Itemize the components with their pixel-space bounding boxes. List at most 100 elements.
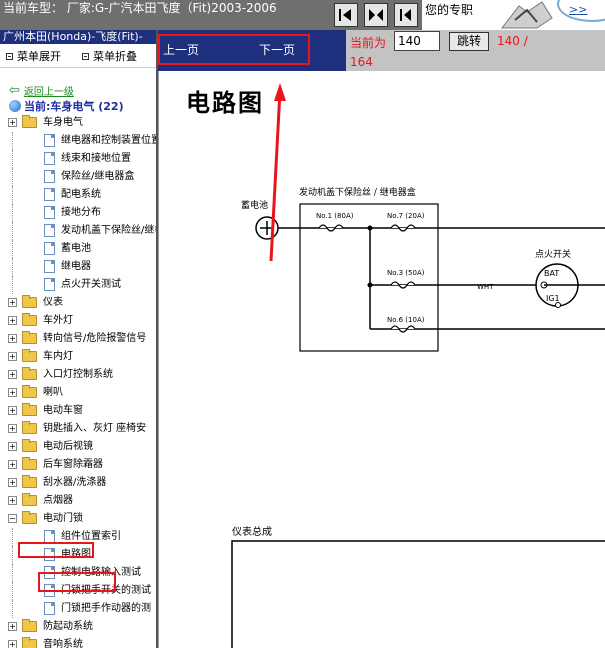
tree-item[interactable]: 点火开关测试 [0, 276, 156, 294]
collapse-toggle-icon[interactable]: − [8, 514, 17, 523]
folder-icon [22, 511, 37, 524]
tree-item[interactable]: 继电器 [0, 258, 156, 276]
tree-folder-label: 喇叭 [43, 387, 63, 398]
nav-first-button[interactable] [334, 3, 358, 27]
tree-item-label: 点火开关测试 [61, 279, 121, 290]
expand-toggle-icon[interactable]: + [8, 640, 17, 648]
document-icon [44, 134, 55, 147]
back-icon [400, 9, 411, 21]
document-icon [44, 224, 55, 237]
tree-connector [12, 240, 13, 258]
tree-folder-label: 车身电气 [43, 117, 83, 128]
tree-folder[interactable]: + 喇叭 [0, 384, 156, 402]
expand-toggle-icon[interactable]: + [8, 424, 17, 433]
tree-item-label: 接地分布 [61, 207, 101, 218]
expand-toggle-icon[interactable]: + [8, 496, 17, 505]
tree-folder-label: 刮水器/洗涤器 [43, 477, 107, 488]
tree-folder[interactable]: + 钥匙插入、灰灯 座椅安 [0, 420, 156, 438]
folder-icon [22, 331, 37, 344]
document-icon [44, 206, 55, 219]
expand-toggle-icon[interactable]: + [8, 478, 17, 487]
nav-double-button[interactable] [364, 3, 388, 27]
tree-item[interactable]: 蓄电池 [0, 240, 156, 258]
tree-connector [12, 546, 13, 564]
fuse-3-symbol [390, 281, 416, 289]
tree-connector [12, 186, 13, 204]
tree-item-label: 配电系统 [61, 189, 101, 200]
expand-toggle-icon[interactable]: + [8, 622, 17, 631]
tree-folder[interactable]: + 仪表 [0, 294, 156, 312]
document-icon [44, 602, 55, 615]
tree-folder[interactable]: + 点烟器 [0, 492, 156, 510]
fuse-1-symbol [318, 224, 344, 232]
tree-folder[interactable]: + 防起动系统 [0, 618, 156, 636]
tree-folder-label: 车外灯 [43, 315, 73, 326]
folder-icon [22, 115, 37, 128]
highlight-box-pager [158, 34, 310, 65]
tree-folder[interactable]: + 音响系统 [0, 636, 156, 648]
tree-item[interactable]: 门锁把手作动器的测 [0, 600, 156, 618]
folder-icon [22, 313, 37, 326]
bat-terminal-label: BAT [544, 269, 560, 278]
folder-icon [22, 475, 37, 488]
tree-folder[interactable]: + 车身电气 [0, 114, 156, 132]
ad-more-link[interactable]: >> [569, 3, 587, 16]
fuse-6-symbol [390, 325, 416, 333]
tree-folder[interactable]: + 入口灯控制系统 [0, 366, 156, 384]
expand-toggle-icon[interactable]: + [8, 388, 17, 397]
highlight-box-doc [38, 572, 116, 592]
menu-expand-label: 菜单展开 [17, 50, 61, 63]
expand-toggle-icon[interactable]: + [8, 334, 17, 343]
tree-item[interactable]: 配电系统 [0, 186, 156, 204]
expand-toggle-icon[interactable]: + [8, 370, 17, 379]
tree-item[interactable]: 接地分布 [0, 204, 156, 222]
tree-item[interactable]: 线束和接地位置 [0, 150, 156, 168]
tree-folder-label: 入口灯控制系统 [43, 369, 113, 380]
expand-toggle-icon[interactable]: + [8, 352, 17, 361]
tree-item-label: 保险丝/继电器盒 [61, 171, 135, 182]
tree-folder[interactable]: + 刮水器/洗涤器 [0, 474, 156, 492]
expand-toggle-icon[interactable]: + [8, 316, 17, 325]
menu-collapse-label: 菜单折叠 [93, 50, 137, 63]
folder-icon [22, 493, 37, 506]
expand-toggle-icon[interactable]: + [8, 118, 17, 127]
jump-button[interactable]: 跳转 [449, 32, 489, 51]
tree-folder[interactable]: − 电动门锁 [0, 510, 156, 528]
expand-toggle-icon[interactable]: + [8, 442, 17, 451]
page-count-total: 164 [350, 55, 373, 69]
expand-toggle-icon[interactable]: + [8, 460, 17, 469]
tree-folder[interactable]: + 后车窗除霜器 [0, 456, 156, 474]
folder-icon [22, 349, 37, 362]
tree-folder-label: 车内灯 [43, 351, 73, 362]
document-icon [44, 260, 55, 273]
expand-toggle-icon[interactable]: + [8, 406, 17, 415]
tree-item[interactable]: 继电器和控制装置位置 [0, 132, 156, 150]
menu-collapse-button[interactable]: 菜单折叠 [82, 48, 137, 64]
tree-folder[interactable]: + 电动后视镜 [0, 438, 156, 456]
folder-icon [22, 403, 37, 416]
instrument-panel-label: 仪表总成 [232, 527, 272, 538]
instrument-panel-outline [231, 540, 605, 648]
ad-banner[interactable]: 您的专职 >> [422, 0, 605, 30]
page-number-input[interactable] [394, 31, 440, 51]
fuse-box-label: 发动机盖下保险丝 / 继电器盒 [299, 188, 416, 198]
tree-folder[interactable]: + 车内灯 [0, 348, 156, 366]
tree-item-label: 蓄电池 [61, 243, 91, 254]
expand-toggle-icon[interactable]: + [8, 298, 17, 307]
menu-expand-button[interactable]: 菜单展开 [6, 48, 61, 64]
fuse-7-label: No.7 (20A) [387, 212, 425, 220]
folder-icon [22, 637, 37, 648]
collapse-icon [82, 52, 89, 60]
tree-folder[interactable]: + 电动车窗 [0, 402, 156, 420]
skip-icon [339, 9, 351, 21]
back-link[interactable]: ⇦ 返回上一级 [9, 83, 74, 98]
nav-back-button[interactable] [394, 3, 418, 27]
highlight-box-folder [18, 542, 94, 558]
tree-folder[interactable]: + 车外灯 [0, 312, 156, 330]
tree-item[interactable]: 发动机盖下保险丝/继电 [0, 222, 156, 240]
tree-item[interactable]: 保险丝/继电器盒 [0, 168, 156, 186]
document-icon [44, 152, 55, 165]
page-count-current: 140 / [497, 34, 528, 48]
tree-folder[interactable]: + 转向信号/危险报警信号 [0, 330, 156, 348]
tree-connector [12, 222, 13, 240]
